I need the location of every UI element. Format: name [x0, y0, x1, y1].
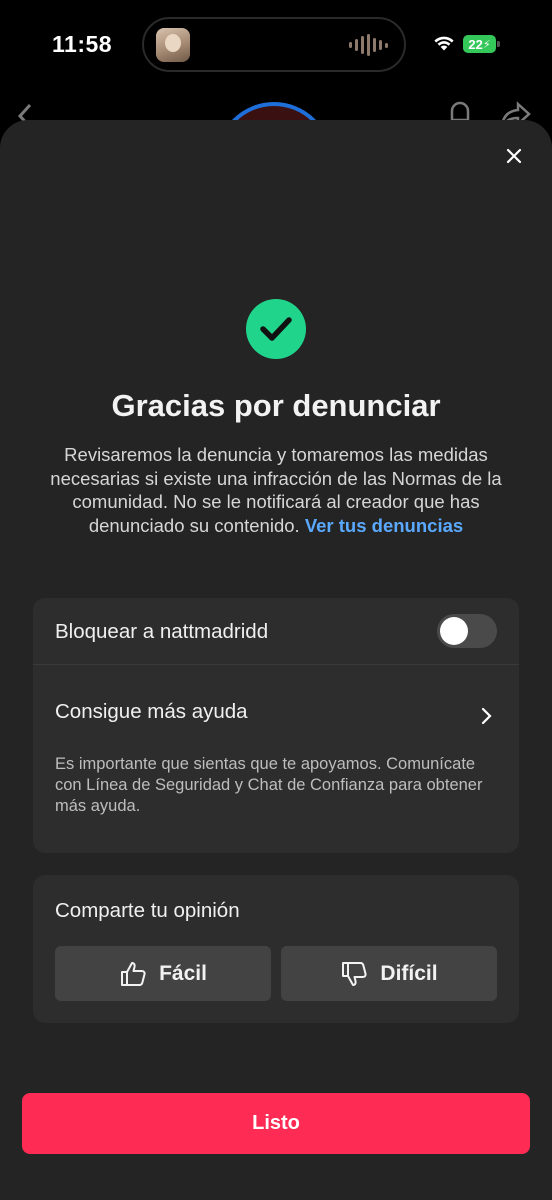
dynamic-island[interactable] [142, 17, 406, 72]
chevron-right-icon [481, 707, 492, 725]
actions-card: Bloquear a nattmadridd Consigue más ayud… [33, 598, 519, 853]
status-time: 11:58 [52, 31, 113, 57]
close-icon[interactable] [502, 144, 526, 168]
page-title: Gracias por denunciar [111, 388, 441, 423]
thumbs-down-icon [342, 961, 368, 986]
battery-icon: 22 ⚡ [463, 35, 496, 53]
thumbs-up-icon [121, 961, 146, 986]
wifi-icon [434, 36, 454, 51]
block-user-row: Bloquear a nattmadridd [33, 598, 519, 665]
help-description: Es importante que sientas que te apoyamo… [55, 755, 483, 815]
block-user-toggle[interactable] [437, 614, 497, 648]
hard-feedback-button[interactable]: Difícil [281, 946, 497, 1001]
battery-cap [497, 41, 500, 47]
success-check-icon [246, 299, 306, 359]
get-more-help-row[interactable]: Consigue más ayuda [33, 666, 519, 726]
done-button[interactable]: Listo [22, 1093, 530, 1154]
island-avatar [156, 28, 190, 62]
battery-level: 22 [468, 36, 483, 52]
get-more-help-label: Consigue más ayuda [55, 700, 248, 723]
feedback-title: Comparte tu opinión [55, 899, 240, 922]
status-bar: 11:58 22 ⚡ [0, 0, 552, 90]
view-reports-link[interactable]: Ver tus denuncias [305, 515, 463, 536]
hard-label: Difícil [380, 961, 438, 985]
report-description: Revisaremos la denuncia y tomaremos las … [30, 443, 522, 537]
easy-feedback-button[interactable]: Fácil [55, 946, 271, 1001]
block-user-label: Bloquear a nattmadridd [55, 620, 269, 643]
feedback-card: Comparte tu opinión Fácil Difícil [33, 875, 519, 1023]
report-confirmation-sheet: Gracias por denunciar Revisaremos la den… [0, 120, 552, 1200]
easy-label: Fácil [159, 961, 207, 985]
toggle-knob [440, 617, 468, 645]
audio-waveform-icon [349, 34, 388, 56]
